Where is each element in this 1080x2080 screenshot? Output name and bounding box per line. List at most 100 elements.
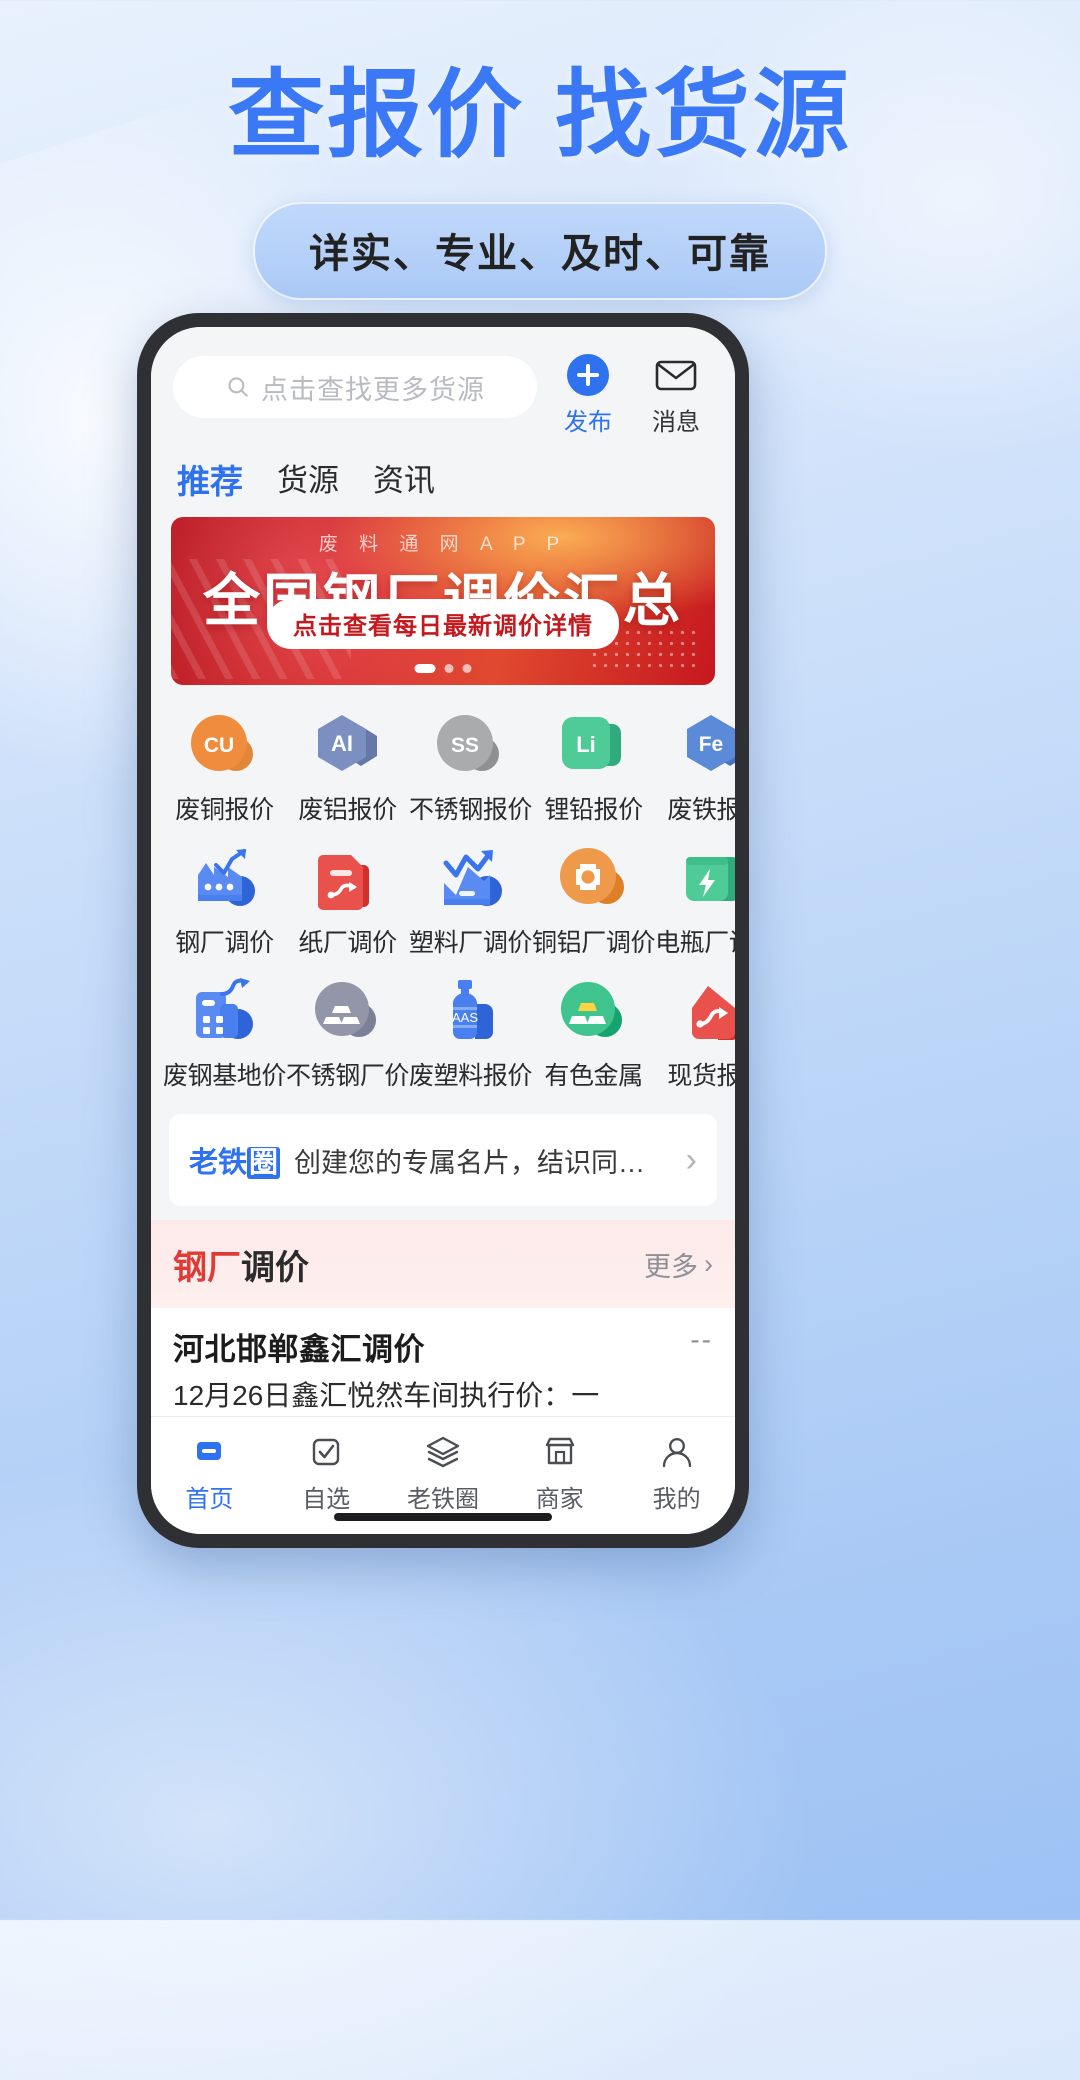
chart-arrow-icon: [409, 840, 532, 918]
quick-link-dianpingchang[interactable]: 电瓶厂调价: [655, 840, 735, 959]
quick-link-liqian[interactable]: Li 锂铅报价: [532, 707, 655, 826]
quick-link-buxiugangchang[interactable]: 不锈钢厂价: [286, 973, 409, 1092]
messages-button[interactable]: 消息: [639, 353, 713, 437]
quick-link-label: 塑料厂调价: [409, 929, 533, 957]
quick-link-sulaiochang[interactable]: 塑料厂调价: [409, 840, 532, 959]
quick-link-feisuliao[interactable]: AAS 废塑料报价: [409, 973, 532, 1092]
svg-text:AAS: AAS: [452, 1010, 478, 1025]
search-input[interactable]: 点击查找更多货源: [173, 356, 537, 418]
laotiequan-banner[interactable]: 老铁圈 创建您的专属名片，结识同行伙伴，… ›: [169, 1114, 717, 1206]
news-list-item[interactable]: 河北邯郸鑫汇调价 12月26日鑫汇悦然车间执行价：一级破碎剪切废钢停收,二级破碎…: [151, 1308, 735, 1416]
tab-news[interactable]: 资讯: [373, 455, 435, 503]
battery-bolt-icon: [655, 840, 735, 918]
news-more-button[interactable]: 更多 ›: [644, 1245, 713, 1284]
news-section-header: 钢厂调价 更多 ›: [151, 1220, 735, 1308]
quick-link-label: 废塑料报价: [409, 1062, 533, 1090]
news-item-title: 河北邯郸鑫汇调价: [173, 1332, 425, 1367]
nav-label: 首页: [185, 1486, 234, 1513]
nav-item-profile[interactable]: 我的: [618, 1429, 735, 1514]
nav-item-laotiequan[interactable]: 老铁圈: [385, 1429, 502, 1514]
quick-link-fei-tong[interactable]: CU 废铜报价: [163, 707, 286, 826]
laotiequan-tag: 老铁圈: [189, 1139, 281, 1181]
banner-dot-1[interactable]: [414, 664, 436, 673]
banner-slide[interactable]: 废 料 通 网 A P P 全国钢厂调价汇总 点击查看每日最新调价详情: [171, 517, 715, 685]
search-icon: [228, 377, 248, 397]
quick-link-label: 纸厂调价: [298, 929, 397, 957]
news-section: 钢厂调价 更多 › 河北邯郸鑫汇调价 12月26日鑫汇悦然车间执行价：一级破碎剪…: [151, 1220, 735, 1416]
quick-link-buxiugang[interactable]: SS 不锈钢报价: [409, 707, 532, 826]
banner-dot-2[interactable]: [444, 664, 454, 673]
quick-link-label: 有色金属: [544, 1062, 643, 1090]
search-placeholder-text: 点击查找更多货源: [261, 374, 485, 405]
document-arrow-icon: [286, 840, 409, 918]
quick-link-feigangjidi[interactable]: 废钢基地价: [163, 973, 286, 1092]
quick-link-label: 铜铝厂调价: [532, 929, 656, 957]
phone-mockup: 点击查找更多货源 发布 消息 推荐 货源 资讯 废 料 通 网 A P P 点击…: [137, 313, 749, 1548]
nav-item-merchants[interactable]: 商家: [501, 1429, 618, 1514]
news-item-desc: 12月26日鑫汇悦然车间执行价：一级破碎剪切废钢停收,二级破碎剪切废钢2150,…: [173, 1377, 615, 1416]
news-title-rest: 调价: [241, 1248, 309, 1287]
laotiequan-text: 创建您的专属名片，结识同行伙伴，…: [294, 1147, 672, 1178]
svg-text:Li: Li: [576, 732, 596, 757]
publish-button[interactable]: 发布: [551, 353, 625, 437]
quick-link-label: 电瓶厂调价: [655, 929, 735, 957]
nav-item-watchlist[interactable]: 自选: [268, 1429, 385, 1514]
quick-link-label: 废铁报价: [667, 796, 735, 824]
banner-pagination[interactable]: [414, 664, 472, 673]
quick-link-yousejinshu[interactable]: 有色金属: [532, 973, 655, 1092]
laotiequan-tag-prefix: 老铁: [189, 1147, 248, 1179]
quick-link-label: 现货报价: [667, 1062, 735, 1090]
tab-supply[interactable]: 货源: [277, 455, 339, 503]
app-header: 点击查找更多货源 发布 消息: [151, 327, 735, 437]
content-tabs: 推荐 货源 资讯: [151, 437, 735, 517]
svg-text:Fe: Fe: [698, 733, 723, 756]
nav-label: 自选: [302, 1486, 351, 1513]
quick-link-fei-lv[interactable]: AI 废铝报价: [286, 707, 409, 826]
nav-label: 老铁圈: [406, 1486, 479, 1513]
banner-carousel: 废 料 通 网 A P P 全国钢厂调价汇总 点击查看每日最新调价详情: [151, 517, 735, 685]
ss-badge-icon: SS: [409, 707, 532, 785]
home-arrow-icon: [655, 973, 735, 1051]
news-more-label: 更多: [644, 1251, 698, 1282]
promo-title: 查报价 找货源: [228, 62, 852, 169]
quick-link-gangchang[interactable]: 钢厂调价: [163, 840, 286, 959]
banner-cta-button[interactable]: 点击查看每日最新调价详情: [267, 599, 619, 649]
layers-icon: [385, 1429, 502, 1475]
laotiequan-tag-box: 圈: [247, 1147, 281, 1179]
cu-badge-icon: CU: [163, 707, 286, 785]
laotiequan-banner-wrap: 老铁圈 创建您的专属名片，结识同行伙伴，… ›: [151, 1108, 735, 1220]
quick-link-zhichang[interactable]: 纸厂调价: [286, 840, 409, 959]
bottle-icon: AAS: [409, 973, 532, 1051]
messages-label: 消息: [652, 409, 700, 436]
tab-recommend[interactable]: 推荐: [177, 455, 243, 503]
fe-badge-icon: Fe: [655, 707, 735, 785]
quick-link-label: 不锈钢厂价: [286, 1062, 410, 1090]
svg-text:AI: AI: [331, 731, 353, 756]
publish-label: 发布: [564, 409, 612, 436]
nav-item-home[interactable]: 首页: [151, 1429, 268, 1514]
check-square-icon: [268, 1429, 385, 1475]
banner-dot-3[interactable]: [462, 664, 472, 673]
nav-label: 商家: [535, 1486, 584, 1513]
quick-link-grid: CU 废铜报价 AI 废铝报价 SS 不锈钢报价 Li 锂铅报价 Fe 废铁报 …: [151, 685, 735, 1108]
news-item-main: 河北邯郸鑫汇调价 12月26日鑫汇悦然车间执行价：一级破碎剪切废钢停收,二级破碎…: [173, 1324, 615, 1416]
quick-link-xianhuobaojia[interactable]: 现货报价: [655, 973, 735, 1092]
news-desc-part-a: 12月26日鑫汇悦然车间执行价：一级破碎: [173, 1380, 600, 1411]
home-indicator: [334, 1513, 552, 1521]
gear-disc-icon: [532, 840, 655, 918]
plus-circle-icon: [567, 354, 609, 396]
building-arrow-icon: [163, 973, 286, 1051]
nav-label: 我的: [652, 1486, 701, 1513]
news-section-title: 钢厂调价: [173, 1240, 309, 1289]
quick-link-label: 钢厂调价: [175, 929, 274, 957]
promo-subtitle-pill: 详实、专业、及时、可靠: [253, 201, 827, 300]
app-screen: 点击查找更多货源 发布 消息 推荐 货源 资讯 废 料 通 网 A P P 点击…: [151, 327, 735, 1534]
banner-brand-text: 废 料 通 网 A P P: [318, 534, 568, 555]
quick-link-label: 废钢基地价: [163, 1062, 287, 1090]
quick-link-fei-tie[interactable]: Fe 废铁报价: [655, 707, 735, 826]
news-item-value: --: [690, 1324, 713, 1355]
quick-link-tonglvchang[interactable]: 铜铝厂调价: [532, 840, 655, 959]
shop-icon: [501, 1429, 618, 1475]
news-title-red: 钢厂: [173, 1248, 241, 1287]
chevron-right-icon: ›: [704, 1248, 713, 1279]
